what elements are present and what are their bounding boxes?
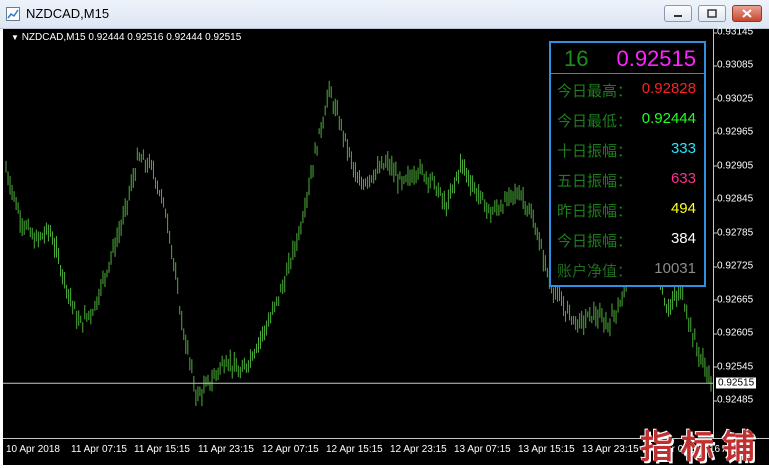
chart-header: ▼ NZDCAD,M15 0.92444 0.92516 0.92444 0.9… [11,32,241,43]
row-label: 账户净值： [557,263,633,280]
collapse-arrow-icon[interactable]: ▼ [11,33,19,42]
time-tick-label: 12 Apr 15:15 [326,444,383,455]
row-value: 633 [670,170,696,187]
restore-icon [707,9,717,18]
panel-header: 16 0.92515 [551,43,704,74]
window-title: NZDCAD,M15 [26,6,110,21]
time-tick-label: 12 Apr 23:15 [390,444,447,455]
row-label: 今日最低： [557,113,633,130]
time-tick-label: 13 Apr 23:15 [582,444,639,455]
chart-header-text: NZDCAD,M15 0.92444 0.92516 0.92444 0.925… [21,32,242,43]
row-value: 384 [670,230,696,247]
price-tick-label: 0.92785 [713,227,754,239]
row-label: 昨日振幅： [557,203,633,220]
panel-price: 0.92515 [616,46,696,71]
price-tick-label: 0.92905 [713,160,754,172]
watermark-logo: 指 标 铺 [638,420,768,465]
row-label: 今日最高： [557,83,633,100]
current-price-label: 0.92515 [716,377,757,389]
time-tick-label: 12 Apr 07:15 [262,444,319,455]
price-scale[interactable]: 0.93145 0.93085 0.93025 0.92965 0.92905 0.928… [713,26,769,438]
row-label: 十日振幅： [557,143,633,160]
info-panel: 16 0.92515 今日最高： 0.92828 今日最低： 0.92444 十… [549,41,706,287]
window-titlebar: NZDCAD,M15 [0,0,769,29]
price-tick-label: 0.93025 [713,93,754,105]
time-tick-label: 10 Apr 2018 [6,444,60,455]
row-value: 333 [670,140,696,157]
panel-row: 昨日振幅： 494 [551,195,704,225]
panel-row: 十日振幅： 333 [551,135,704,165]
time-tick-label: 11 Apr 15:15 [134,444,190,455]
panel-row: 今日振幅： 384 [551,225,704,255]
minimize-button[interactable] [664,5,692,22]
close-icon [742,9,752,18]
row-value: 494 [670,200,696,217]
panel-row: 今日最低： 0.92444 [551,105,704,135]
watermark-char: 标 [681,428,714,465]
restore-button[interactable] [698,5,726,22]
time-tick-label: 11 Apr 07:15 [71,444,127,455]
minimize-icon [674,15,682,17]
row-value: 10031 [654,260,696,277]
price-tick-label: 0.92965 [713,126,754,138]
row-label: 五日振幅： [557,173,633,190]
price-tick-label: 0.92485 [713,394,754,406]
time-tick-label: 13 Apr 07:15 [454,444,511,455]
price-tick-label: 0.92605 [713,327,754,339]
watermark-char: 铺 [722,428,755,465]
row-value: 0.92444 [641,110,696,127]
time-tick-label: 13 Apr 15:15 [518,444,575,455]
panel-number: 16 [564,46,589,71]
close-button[interactable] [732,5,762,22]
panel-row: 今日最高： 0.92828 [551,75,704,105]
price-tick-label: 0.93145 [713,26,754,38]
price-tick-label: 0.92665 [713,294,754,306]
panel-row: 账户净值： 10031 [551,255,704,285]
price-tick-label: 0.92545 [713,361,754,373]
price-tick-label: 0.92725 [713,260,754,272]
price-tick-label: 0.93085 [713,59,754,71]
chart-window-icon [6,7,20,21]
price-tick-label: 0.92845 [713,193,754,205]
watermark-char: 指 [640,428,673,465]
row-label: 今日振幅： [557,233,633,250]
panel-row: 五日振幅： 633 [551,165,704,195]
row-value: 0.92828 [641,80,696,97]
time-tick-label: 11 Apr 23:15 [198,444,254,455]
